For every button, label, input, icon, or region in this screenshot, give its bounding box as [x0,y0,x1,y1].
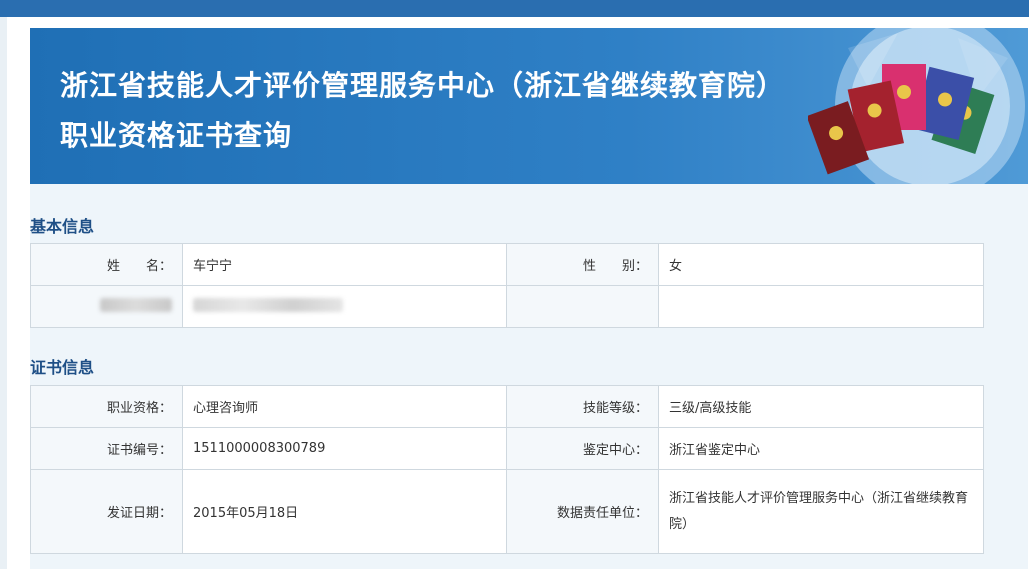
name-label: 姓 名： [30,243,183,286]
empty-label [506,285,659,328]
basic-info-heading: 基本信息 [30,217,95,236]
gender-value: 女 [658,243,984,286]
date-value: 2015年05月18日 [182,469,507,554]
unit-label: 数据责任单位： [506,469,659,554]
page-title: 浙江省技能人才评价管理服务中心（浙江省继续教育院） [60,69,786,102]
cert-no-value: 1511000008300789 [182,427,507,470]
redacted-label [30,285,183,328]
top-bar [0,0,1029,17]
center-value: 浙江省鉴定中心 [658,427,984,470]
certificate-books-illustration [808,28,1025,184]
page-subtitle: 职业资格证书查询 [60,119,293,152]
unit-value: 浙江省技能人才评价管理服务中心（浙江省继续教育院） [658,469,984,554]
basic-info-table: 姓 名： 车宁宁 性 别： 女 [30,243,984,328]
gender-label: 性 别： [506,243,659,286]
redacted-value [182,285,507,328]
name-value: 车宁宁 [182,243,507,286]
cert-no-label: 证书编号： [30,427,183,470]
redacted-text [193,297,343,312]
qualification-label: 职业资格： [30,385,183,428]
table-row: 证书编号： 1511000008300789 鉴定中心： 浙江省鉴定中心 [30,427,984,470]
qualification-value: 心理咨询师 [182,385,507,428]
table-row: 姓 名： 车宁宁 性 别： 女 [30,243,984,286]
date-label: 发证日期： [30,469,183,554]
cert-info-heading: 证书信息 [30,358,95,377]
empty-value [658,285,984,328]
level-label: 技能等级： [506,385,659,428]
table-row: 职业资格： 心理咨询师 技能等级： 三级/高级技能 [30,385,984,428]
page-container: 浙江省技能人才评价管理服务中心（浙江省继续教育院） 职业资格证书查询 基本信息 … [7,17,1029,569]
cert-info-table: 职业资格： 心理咨询师 技能等级： 三级/高级技能 证书编号： 15110000… [30,385,984,554]
center-label: 鉴定中心： [506,427,659,470]
level-value: 三级/高级技能 [658,385,984,428]
redacted-text [100,297,172,312]
header-banner: 浙江省技能人才评价管理服务中心（浙江省继续教育院） 职业资格证书查询 [30,28,1028,184]
table-row [30,285,984,328]
table-row: 发证日期： 2015年05月18日 数据责任单位： 浙江省技能人才评价管理服务中… [30,469,984,554]
